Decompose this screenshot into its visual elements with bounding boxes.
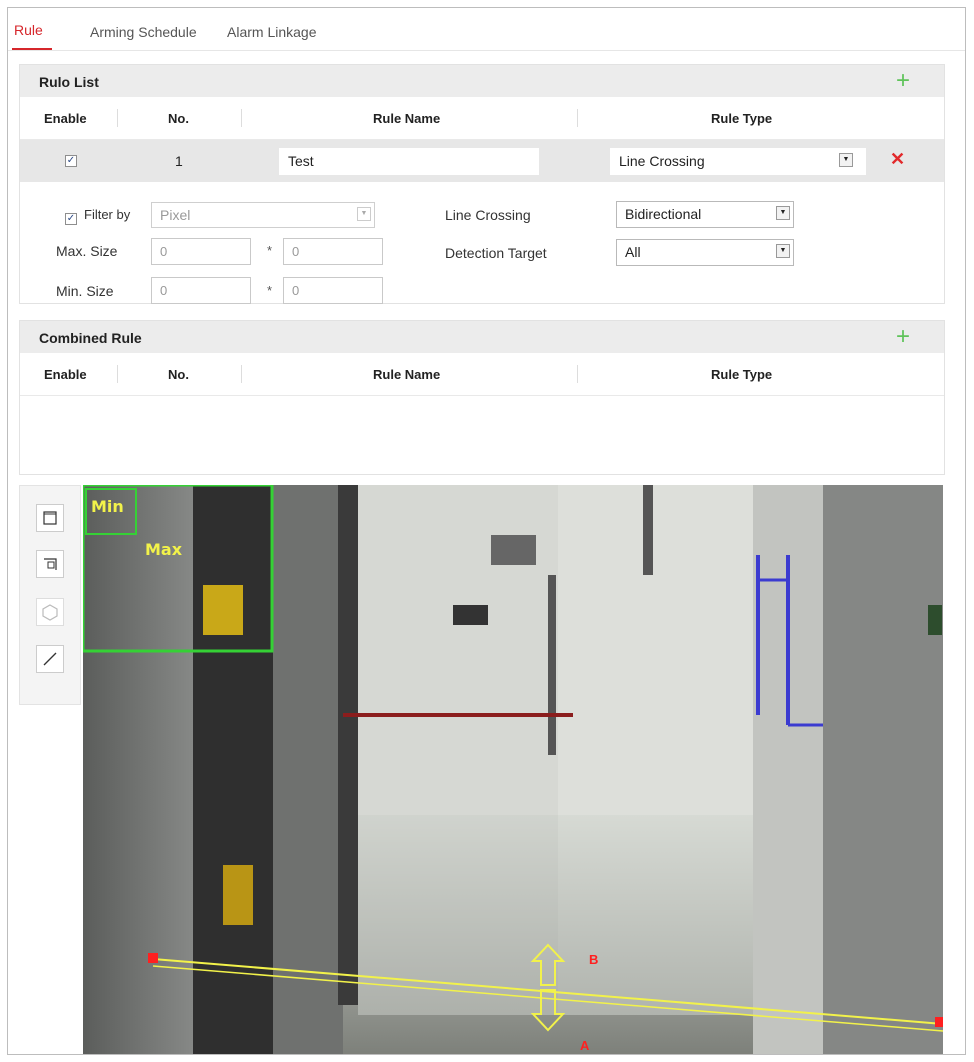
filter-by-label: Filter by xyxy=(84,207,131,222)
min-size-height-input[interactable]: 0 xyxy=(283,277,383,304)
polygon-icon[interactable] xyxy=(36,598,64,626)
delete-rule-close-icon[interactable]: ✕ xyxy=(890,149,905,170)
combined-rule-title: Combined Rule xyxy=(39,330,142,346)
min-size-label: Min. Size xyxy=(56,283,114,299)
combined-rule-panel: Combined Rule + Enable No. Rule Name Rul… xyxy=(19,320,945,475)
rule-list-header: Rulo List + xyxy=(20,65,944,97)
draw-max-rect-icon[interactable] xyxy=(36,504,64,532)
min-size-times: * xyxy=(267,283,273,298)
tab-arming-schedule[interactable]: Arming Schedule xyxy=(90,24,197,40)
rule-number: 1 xyxy=(175,153,183,169)
col-rule-type: Rule Type xyxy=(711,111,773,126)
rule-row[interactable]: ✓ 1 Test Line Crossing ▼ ✕ xyxy=(20,140,944,182)
filter-by-checkbox[interactable]: ✓ xyxy=(65,213,77,225)
line-side-b-label: B xyxy=(589,952,599,967)
col-rule-type: Rule Type xyxy=(711,367,773,382)
drawing-toolbar xyxy=(19,485,81,705)
draw-min-rect-icon[interactable] xyxy=(36,550,64,578)
detection-target-value: All xyxy=(625,244,641,260)
rule-name-value: Test xyxy=(288,153,314,169)
line-crossing-label: Line Crossing xyxy=(445,207,531,223)
col-enable: Enable xyxy=(44,111,87,126)
rule-type-value: Line Crossing xyxy=(619,153,705,169)
rule-config-page: Rule Arming Schedule Alarm Linkage Rulo … xyxy=(7,7,966,1055)
line-crossing-value: Bidirectional xyxy=(625,206,702,222)
min-size-width-input[interactable]: 0 xyxy=(151,277,251,304)
filter-by-value: Pixel xyxy=(160,207,191,223)
rule-name-input[interactable]: Test xyxy=(279,148,539,175)
line-crossing-direction-select[interactable]: Bidirectional ▼ xyxy=(616,201,794,228)
col-enable: Enable xyxy=(44,367,87,382)
rule-list-title: Rulo List xyxy=(39,74,99,90)
chevron-down-icon: ▼ xyxy=(776,244,790,258)
live-video-preview[interactable]: Min Max B A xyxy=(83,485,943,1054)
add-rule-plus-icon[interactable]: + xyxy=(896,69,910,93)
col-rule-name: Rule Name xyxy=(373,367,441,382)
detection-target-select[interactable]: All ▼ xyxy=(616,239,794,266)
col-rule-name: Rule Name xyxy=(373,111,441,126)
video-scene xyxy=(83,485,943,1054)
active-tab-indicator xyxy=(12,48,52,50)
rule-list-column-header: Enable No. Rule Name Rule Type xyxy=(20,97,944,140)
col-no: No. xyxy=(168,111,189,126)
line-endpoint-right[interactable] xyxy=(935,1017,943,1027)
rule-enable-checkbox[interactable]: ✓ xyxy=(65,155,77,167)
chevron-down-icon: ▼ xyxy=(776,206,790,220)
max-label: Max xyxy=(145,540,183,559)
combined-rule-column-header: Enable No. Rule Name Rule Type xyxy=(20,353,944,396)
line-endpoint-left[interactable] xyxy=(148,953,158,963)
chevron-down-icon: ▼ xyxy=(839,153,853,167)
add-combined-rule-plus-icon[interactable]: + xyxy=(896,325,910,349)
chevron-down-icon: ▼ xyxy=(357,207,371,221)
max-size-width-input[interactable]: 0 xyxy=(151,238,251,265)
rule-type-select[interactable]: Line Crossing ▼ xyxy=(610,148,866,175)
col-no: No. xyxy=(168,367,189,382)
line-icon[interactable] xyxy=(36,645,64,673)
max-size-times: * xyxy=(267,243,273,258)
filter-by-select[interactable]: Pixel ▼ xyxy=(151,202,375,228)
max-size-label: Max. Size xyxy=(56,243,118,259)
rule-list-panel: Rulo List + Enable No. Rule Name Rule Ty… xyxy=(19,64,945,304)
detection-target-label: Detection Target xyxy=(445,245,547,261)
line-side-a-label: A xyxy=(580,1038,590,1053)
tab-rule[interactable]: Rule xyxy=(14,22,43,38)
min-label: Min xyxy=(91,497,124,516)
tab-alarm-linkage[interactable]: Alarm Linkage xyxy=(227,24,317,40)
max-size-height-input[interactable]: 0 xyxy=(283,238,383,265)
tab-bar: Rule Arming Schedule Alarm Linkage xyxy=(8,8,965,51)
combined-rule-header: Combined Rule + xyxy=(20,321,944,353)
